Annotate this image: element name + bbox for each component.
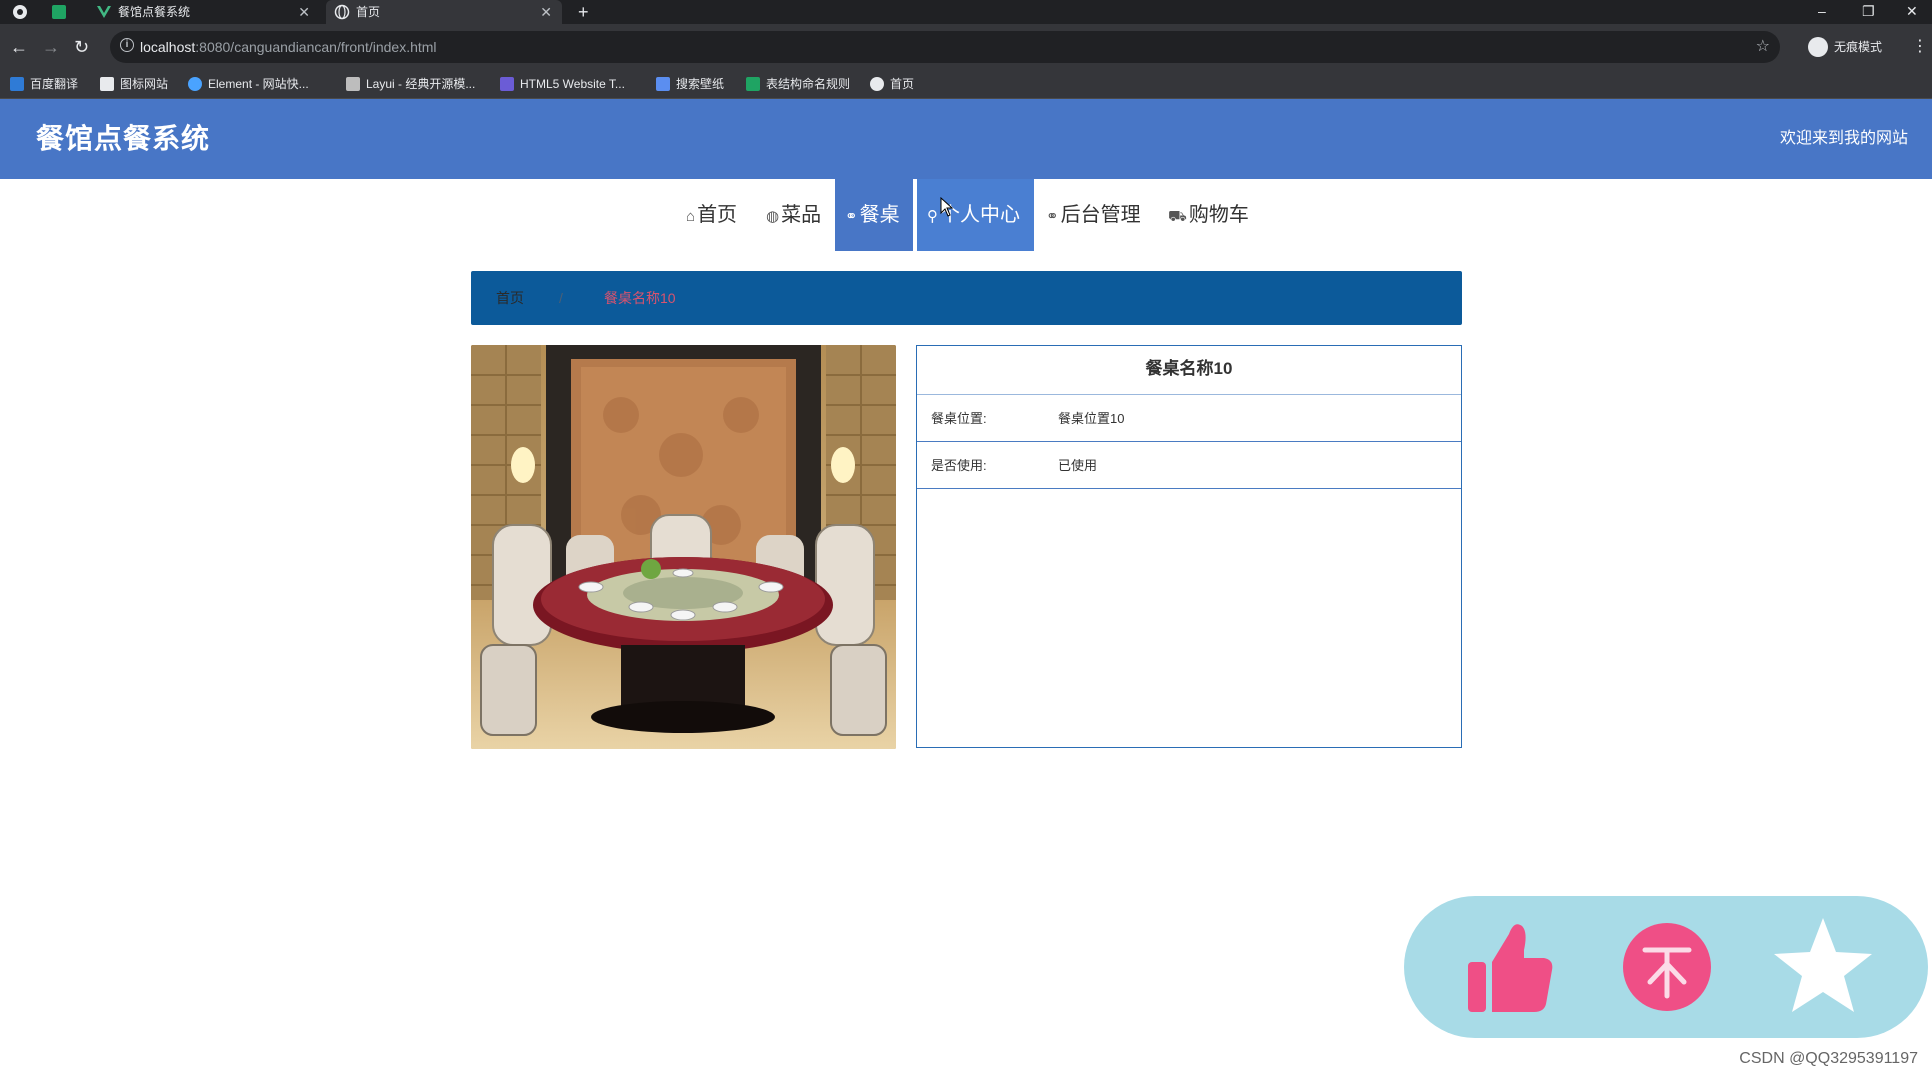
bookmark-item[interactable]: Element - 网站快... [188,70,309,98]
dining-table-image [471,345,896,749]
nav-item-home[interactable]: ⌂ 首页 [686,179,746,251]
field-label: 是否使用: [931,458,987,473]
back-to-top-icon[interactable] [1612,912,1722,1022]
welcome-text: 欢迎来到我的网站 [1779,130,1908,147]
thumbs-up-icon[interactable] [1454,912,1564,1022]
window-close-icon[interactable]: ✕ [1906,0,1918,22]
field-value: 已使用 [1058,458,1098,473]
nav-item-profile[interactable]: ⚲ 个人中心 [917,179,1034,251]
mouse-cursor-icon [940,197,954,217]
detail-row-in-use: 是否使用: 已使用 [917,442,1461,489]
pinned-tab-icon[interactable] [52,5,66,19]
wallpaper-icon [656,76,670,91]
forward-icon[interactable]: → [42,36,60,58]
translate-icon [10,76,24,91]
incognito-badge[interactable]: 无痕模式 [1808,31,1882,63]
user-icon: ⚲ [927,208,938,225]
breadcrumb-separator: / [559,290,563,306]
close-icon[interactable]: ✕ [540,0,552,24]
bookmark-item[interactable]: HTML5 Website T... [500,70,625,98]
field-value: 餐桌位置10 [1058,411,1125,426]
globe-icon: ◍ [766,208,780,225]
element-icon [188,76,202,91]
table-photo [471,345,896,749]
nav-item-cart[interactable]: ⛟ 购物车 [1168,179,1249,251]
bookmark-item[interactable]: 首页 [870,70,914,98]
detail-title: 餐桌名称10 [917,346,1461,395]
sheet-icon [746,76,760,91]
back-icon[interactable]: ← [10,36,28,58]
restore-icon[interactable]: ❐ [1862,0,1875,22]
reload-icon[interactable]: ↻ [74,36,89,58]
detail-row-location: 餐桌位置: 餐桌位置10 [917,395,1461,442]
browser-tab-2[interactable]: 首页 ✕ [326,0,562,24]
bookmark-star-icon[interactable]: ☆ [1756,31,1770,63]
globe-icon [334,4,350,20]
bookmark-item[interactable]: 表结构命名规则 [746,70,850,98]
globe-icon [870,76,884,91]
new-tab-button[interactable]: + [578,0,589,24]
bookmarks-bar: 百度翻译 图标网站 Element - 网站快... Layui - 经典开源模… [0,70,1932,99]
close-icon[interactable]: ✕ [298,0,310,24]
field-label: 餐桌位置: [931,411,987,426]
link-icon: ⚭ [845,208,858,225]
url-host: localhost [140,39,196,55]
watermark-text: CSDN @QQ3295391197 [1739,1050,1918,1067]
incognito-label: 无痕模式 [1834,40,1883,54]
flag-icon [100,76,114,91]
star-icon[interactable] [1768,912,1878,1022]
bookmark-item[interactable]: 搜索壁纸 [656,70,724,98]
floating-action-bar [1404,896,1928,1038]
cart-icon: ⛟ [1168,208,1187,225]
browser-tab-1[interactable]: 餐馆点餐系统 ✕ [88,0,320,24]
bookmark-item[interactable]: Layui - 经典开源模... [346,70,475,98]
tab-label: 首页 [356,5,381,19]
incognito-icon [1808,36,1828,57]
info-icon[interactable]: i [120,38,134,52]
tab-label: 餐馆点餐系统 [118,5,191,19]
nav-item-admin[interactable]: ⚭ 后台管理 [1046,179,1146,251]
bookmark-item[interactable]: 百度翻译 [10,70,78,98]
more-menu-icon[interactable]: ⋮ [1912,36,1928,56]
layui-icon [346,76,360,91]
link-icon: ⚭ [1046,208,1059,225]
site-title: 餐馆点餐系统 [36,123,211,154]
bookmark-item[interactable]: 图标网站 [100,70,168,98]
nav-item-tables[interactable]: ⚭ 餐桌 [835,179,913,251]
chrome-icon [13,5,27,19]
breadcrumb: 首页 / 餐桌名称10 [471,271,1462,325]
main-nav: ⌂ 首页 ◍ 菜品 ⚭ 餐桌 ⚲ 个人中心 ⚭ 后台管理 ⛟ 购物车 [0,179,1932,251]
breadcrumb-current: 餐桌名称10 [604,290,676,306]
table-detail-panel: 餐桌名称10 餐桌位置: 餐桌位置10 是否使用: 已使用 [916,345,1462,748]
address-bar-row: ← → ↻ i localhost:8080/canguandiancan/fr… [0,24,1932,70]
site-header: 餐馆点餐系统 欢迎来到我的网站 [0,99,1932,179]
home-icon: ⌂ [686,208,696,225]
nav-item-dishes[interactable]: ◍ 菜品 [766,179,828,251]
minimize-icon[interactable]: – [1818,0,1826,22]
html5-icon [500,76,514,91]
breadcrumb-home[interactable]: 首页 [496,271,524,325]
browser-tab-strip: 餐馆点餐系统 ✕ 首页 ✕ + – ❐ ✕ [0,0,1932,24]
url-field[interactable]: i localhost:8080/canguandiancan/front/in… [110,31,1780,63]
vue-icon [97,6,111,18]
url-path: :8080/canguandiancan/front/index.html [195,39,437,55]
